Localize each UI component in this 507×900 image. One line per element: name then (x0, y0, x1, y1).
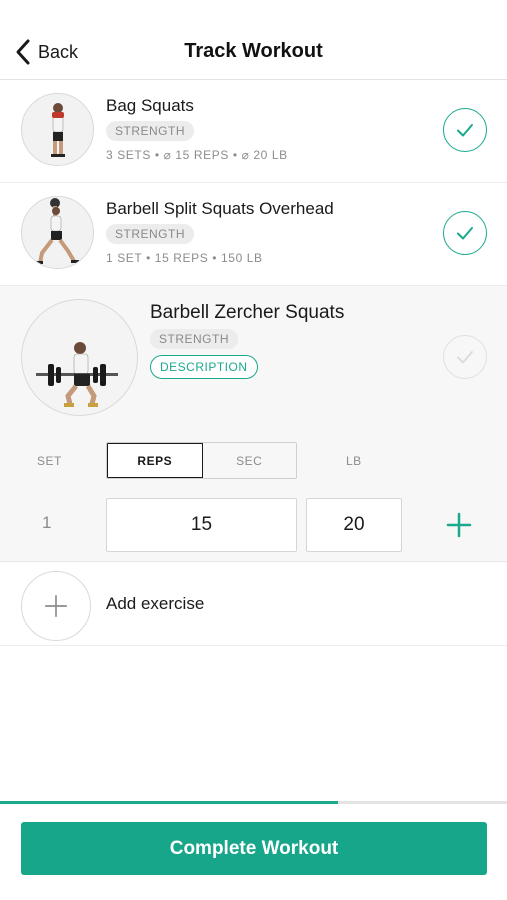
check-icon (457, 351, 473, 364)
reps-sec-toggle[interactable]: REPS SEC (106, 442, 297, 479)
exercise-row[interactable]: Bag Squats STRENGTH 3 SETS • ⌀ 15 REPS •… (0, 80, 507, 183)
add-exercise-label[interactable]: Add exercise (106, 594, 204, 614)
exercise-name: Bag Squats (106, 96, 194, 115)
reps-option[interactable]: REPS (107, 443, 203, 478)
exercise-thumbnail (21, 299, 138, 416)
weight-input[interactable]: 20 (306, 498, 402, 552)
set-number: 1 (42, 513, 52, 532)
complete-toggle[interactable] (443, 335, 487, 379)
exercise-name: Barbell Zercher Squats (150, 302, 345, 323)
sec-option[interactable]: SEC (203, 443, 297, 478)
category-tag: STRENGTH (150, 329, 238, 349)
plus-icon (44, 594, 68, 618)
exercise-thumbnail (21, 93, 94, 166)
check-icon (457, 227, 473, 240)
exercise-name: Barbell Split Squats Overhead (106, 199, 334, 218)
page-title: Track Workout (184, 40, 323, 62)
add-set-button[interactable] (445, 511, 473, 539)
plus-icon (446, 512, 472, 538)
add-exercise-button[interactable] (21, 571, 91, 641)
exercise-summary: 1 SET • 15 REPS • 150 LB (106, 251, 263, 265)
complete-toggle[interactable] (443, 211, 487, 255)
complete-toggle[interactable] (443, 108, 487, 152)
exercise-summary: 3 SETS • ⌀ 15 REPS • ⌀ 20 LB (106, 148, 288, 162)
category-tag: STRENGTH (106, 121, 194, 141)
progress-fill (0, 801, 339, 804)
reps-input[interactable]: 15 (106, 498, 297, 552)
check-icon (457, 124, 473, 137)
exercise-row[interactable]: Barbell Split Squats Overhead STRENGTH 1… (0, 183, 507, 286)
category-tag: STRENGTH (106, 224, 194, 244)
set-column-label: SET (37, 454, 62, 468)
description-button[interactable]: DESCRIPTION (150, 355, 258, 379)
nav-bar: Back Track Workout (0, 0, 507, 80)
workout-progress-bar (0, 801, 507, 804)
add-exercise-row[interactable]: Add exercise (0, 563, 507, 646)
exercise-thumbnail (21, 196, 94, 269)
lb-column-label: LB (346, 454, 362, 468)
complete-workout-button[interactable]: Complete Workout (21, 822, 487, 875)
